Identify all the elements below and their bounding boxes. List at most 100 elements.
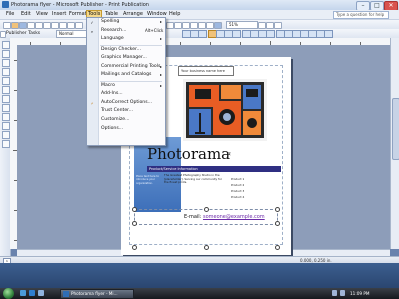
resize-handle[interactable] (132, 221, 137, 226)
insert-table-icon[interactable] (2, 59, 10, 67)
body-text-box[interactable]: The Greatest Photography Studio in the [… (164, 173, 226, 185)
menu-item-autocorrect-options[interactable]: ⚡ AutoCorrect Options... (87, 99, 165, 108)
menu-help[interactable]: Help (168, 10, 181, 19)
menu-item-language[interactable]: Language ▸ (87, 35, 165, 44)
resize-handle[interactable] (204, 245, 209, 250)
photography-clipart[interactable] (183, 79, 267, 141)
rotate-icon[interactable] (198, 22, 206, 29)
title-ornament: ¤ (227, 151, 231, 158)
help-icon[interactable] (274, 22, 282, 29)
resize-handle[interactable] (204, 207, 209, 212)
bullet-list[interactable]: Product 1 Product 2 Product 3 Product 4 (231, 176, 271, 200)
text-box-icon[interactable] (2, 50, 10, 58)
style-select[interactable]: Normal (56, 30, 90, 38)
menu-item-research[interactable]: ⌕ Research... Alt+Click (87, 27, 165, 36)
hot-spot-icon[interactable] (2, 131, 10, 139)
flyer-title[interactable]: Photorama (147, 145, 230, 163)
save-icon[interactable] (19, 22, 27, 29)
quick-launch (18, 288, 56, 299)
new-icon[interactable] (3, 22, 11, 29)
menu-item-label: Options... (101, 125, 124, 131)
publisher-app-icon[interactable] (2, 1, 9, 8)
picture-frame-icon[interactable] (2, 77, 10, 85)
undo-icon[interactable] (166, 22, 174, 29)
taskbar-publisher-button[interactable]: Photorama flyer - Mi... (60, 289, 134, 299)
oval-icon[interactable] (2, 104, 10, 112)
line-icon[interactable] (2, 86, 10, 94)
resize-handle[interactable] (275, 245, 280, 250)
clock[interactable]: 11:09 PM (350, 289, 370, 298)
shadow-style-icon[interactable] (324, 30, 333, 38)
menu-item-trust-center[interactable]: Trust Center... (87, 107, 165, 116)
increase-indent-icon[interactable] (266, 30, 275, 38)
menu-item-spelling[interactable]: ✓ Spelling ▸ (87, 18, 165, 27)
menu-item-add-ins[interactable]: Add-Ins... (87, 90, 165, 99)
menu-item-label: Design Checker... (101, 46, 141, 52)
redo-icon[interactable] (174, 22, 182, 29)
copy-icon[interactable] (67, 22, 75, 29)
menu-item-customize[interactable]: Customize... (87, 116, 165, 125)
menu-bar: File Edit View Insert Format Tools Table… (0, 10, 399, 20)
menu-format[interactable]: Format (68, 10, 88, 19)
menu-item-shortcut: Alt+Click (145, 27, 164, 33)
arrow-icon[interactable] (2, 95, 10, 103)
menu-item-label: Language (101, 36, 124, 42)
select-objects-icon[interactable] (2, 41, 10, 49)
send-backward-icon[interactable] (190, 22, 198, 29)
vertical-scroll-thumb[interactable] (392, 98, 399, 160)
publisher-tasks-button[interactable]: Publisher Tasks (6, 30, 40, 37)
resize-handle[interactable] (132, 245, 137, 250)
start-button[interactable] (3, 288, 14, 299)
window-title: Photorama flyer - Microsoft Publisher - … (11, 2, 149, 8)
resize-handle[interactable] (132, 207, 137, 212)
rectangle-icon[interactable] (2, 113, 10, 121)
menu-view[interactable]: View (35, 10, 49, 19)
business-name-box[interactable]: Your business name here (178, 66, 234, 76)
autoshapes-icon[interactable] (2, 122, 10, 130)
justify-icon[interactable] (232, 30, 241, 38)
print-icon[interactable] (27, 22, 35, 29)
design-gallery-icon[interactable] (2, 140, 10, 148)
menu-item-label: Commercial Printing Tools (101, 63, 161, 69)
menu-edit[interactable]: Edit (20, 10, 32, 19)
research-icon[interactable] (51, 22, 59, 29)
browser-icon[interactable] (29, 290, 35, 296)
network-icon[interactable] (332, 290, 337, 296)
tools-menu: ✓ Spelling ▸ ⌕ Research... Alt+Click Lan… (86, 17, 166, 146)
tagline-bar[interactable]: Product/Service Information (147, 166, 281, 172)
flip-icon[interactable] (206, 22, 214, 29)
menu-file[interactable]: File (5, 10, 15, 19)
underline-icon[interactable] (198, 30, 207, 38)
help-search-input[interactable]: Type a question for help (333, 11, 389, 19)
submenu-arrow-icon: ▸ (159, 19, 162, 24)
show-desktop-icon[interactable] (20, 290, 26, 296)
open-icon[interactable] (11, 22, 19, 29)
menu-item-design-checker[interactable]: Design Checker... (87, 46, 165, 55)
cut-icon[interactable] (59, 22, 67, 29)
menu-item-macro[interactable]: Macro ▸ (87, 82, 165, 91)
bring-forward-icon[interactable] (182, 22, 190, 29)
zoom-select[interactable]: 51% (226, 21, 258, 29)
volume-icon[interactable] (340, 290, 345, 296)
menu-item-mailings-and-catalogs[interactable]: Mailings and Catalogs ▸ (87, 71, 165, 80)
print-preview-icon[interactable] (35, 22, 43, 29)
menu-item-options[interactable]: Options... (87, 125, 165, 134)
switch-windows-icon[interactable] (38, 290, 44, 296)
hyperlink-icon[interactable] (214, 22, 222, 29)
menu-item-label: Spelling (101, 19, 120, 24)
menu-insert[interactable]: Insert (51, 10, 67, 19)
research-icon: ⌕ (90, 28, 94, 34)
menu-item-label: Graphics Manager... (101, 55, 147, 61)
paste-icon[interactable] (75, 22, 83, 29)
menu-item-commercial-printing-tools[interactable]: Commercial Printing Tools ▸ (87, 63, 165, 72)
menu-item-graphics-manager[interactable]: Graphics Manager... (87, 54, 165, 63)
taskbar: Photorama flyer - Mi... 11:09 PM (0, 288, 399, 299)
side-text-box[interactable]: Place text here to introduce your organi… (136, 175, 162, 185)
zoom-out-icon[interactable] (258, 22, 266, 29)
vertical-scrollbar[interactable] (390, 38, 399, 249)
resize-handle[interactable] (275, 207, 280, 212)
zoom-in-icon[interactable] (266, 22, 274, 29)
spelling-icon[interactable] (43, 22, 51, 29)
wordart-icon[interactable] (2, 68, 10, 76)
resize-handle[interactable] (275, 221, 280, 226)
